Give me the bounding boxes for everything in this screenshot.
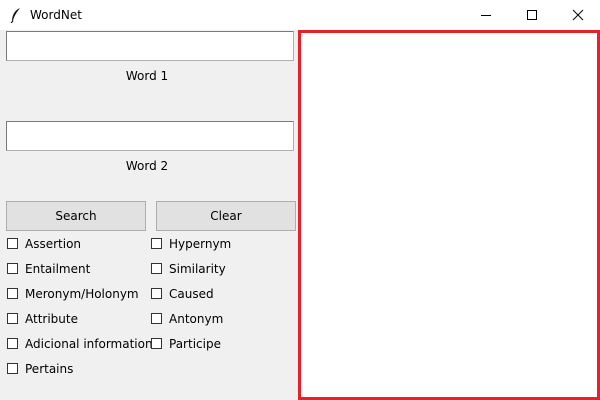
checkbox-label: Similarity [169, 262, 226, 276]
checkbox-label: Adicional information [25, 337, 153, 351]
title-bar: WordNet [0, 0, 600, 30]
feather-icon [9, 7, 23, 24]
checkbox-box[interactable] [151, 288, 162, 299]
checkbox-label: Antonym [169, 312, 224, 326]
word2-input[interactable] [6, 121, 294, 151]
word2-label: Word 2 [125, 159, 169, 173]
checkbox-label: Hypernym [169, 237, 232, 251]
clear-button[interactable]: Clear [156, 201, 296, 231]
checkbox-label: Entailment [25, 262, 91, 276]
checkbox-box[interactable] [7, 238, 18, 249]
search-button[interactable]: Search [6, 201, 146, 231]
checkbox-label: Caused [169, 287, 214, 301]
maximize-button[interactable] [509, 0, 555, 30]
checkbox-box[interactable] [151, 238, 162, 249]
word1-input[interactable] [6, 31, 294, 61]
close-button[interactable] [555, 0, 600, 30]
checkbox-box[interactable] [7, 338, 18, 349]
checkbox-box[interactable] [151, 313, 162, 324]
close-icon [572, 9, 584, 21]
result-panel[interactable] [298, 30, 600, 400]
checkbox-box[interactable] [7, 363, 18, 374]
checkbox-label: Participe [169, 337, 221, 351]
window-title: WordNet [30, 8, 82, 22]
checkbox-label: Meronym/Holonym [25, 287, 139, 301]
checkbox-box[interactable] [7, 263, 18, 274]
checkbox-label: Assertion [25, 237, 82, 251]
checkbox-box[interactable] [151, 263, 162, 274]
word1-label: Word 1 [125, 69, 169, 83]
maximize-icon [527, 10, 537, 20]
minimize-icon [481, 15, 491, 16]
checkbox-box[interactable] [7, 313, 18, 324]
checkbox-label: Pertains [25, 362, 74, 376]
minimize-button[interactable] [463, 0, 509, 30]
checkbox-box[interactable] [7, 288, 18, 299]
checkbox-box[interactable] [151, 338, 162, 349]
checkbox-label: Attribute [25, 312, 78, 326]
